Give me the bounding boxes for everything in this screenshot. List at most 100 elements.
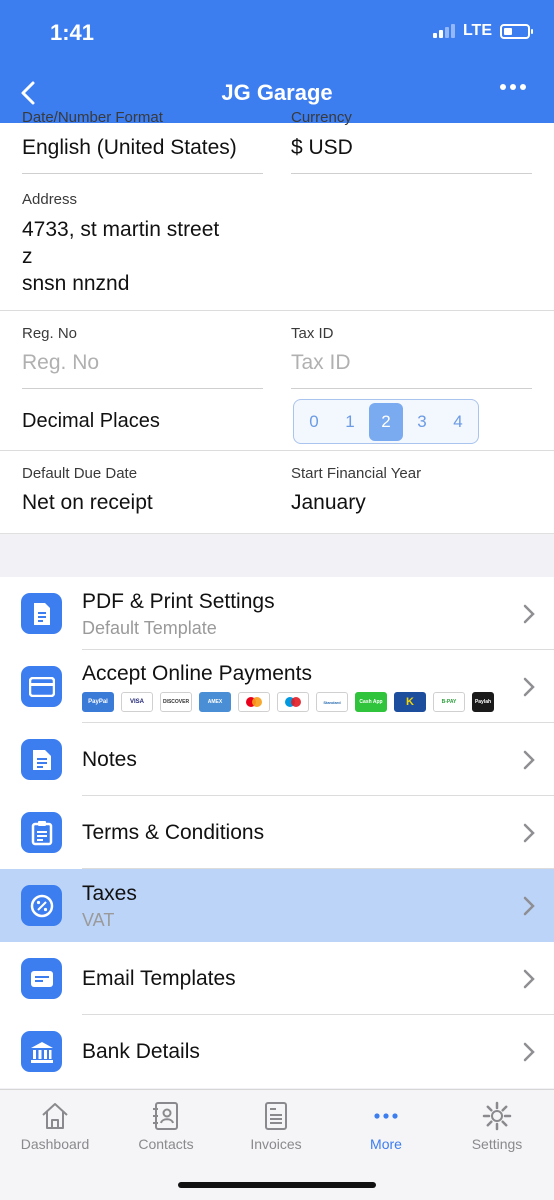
decimal-option-0[interactable]: 0 [297, 403, 331, 441]
more-options-button[interactable] [500, 84, 526, 90]
section-gap [0, 533, 554, 577]
business-details-form: Date/Number Format English (United State… [0, 109, 554, 533]
chevron-right-icon [523, 750, 535, 770]
app-header: 1:41 LTE JG Garage [0, 0, 554, 123]
page-title: JG Garage [221, 80, 333, 105]
decimal-places-label: Decimal Places [22, 410, 160, 432]
currency-value-wrap[interactable]: $ USD [291, 136, 353, 160]
gear-icon [482, 1101, 512, 1131]
maestro-logo [277, 692, 309, 712]
divider [0, 310, 554, 311]
list-item-subtitle: VAT [82, 910, 115, 930]
chevron-right-icon [523, 823, 535, 843]
address-value: 4733, st martin street z snsn nnznd [22, 216, 219, 297]
reg-no-input[interactable]: Reg. No [22, 351, 99, 375]
list-item-pdf-print-settings[interactable]: PDF & Print Settings Default Template [0, 577, 554, 650]
visa-logo: VISA [121, 692, 153, 712]
due-date-label: Default Due Date [22, 465, 138, 482]
payment-logos: PayPal VISA DISCOVER AMEX Standard Cash … [82, 692, 494, 712]
chevron-right-icon [523, 604, 535, 624]
list-item-terms-conditions[interactable]: Terms & Conditions [0, 796, 554, 869]
signal-icon [432, 24, 455, 38]
email-template-icon [21, 958, 62, 999]
tab-label: Settings [471, 1136, 523, 1152]
tab-contacts[interactable]: Contacts [116, 1100, 216, 1152]
list-item-accept-online-payments[interactable]: Accept Online Payments PayPal VISA DISCO… [0, 650, 554, 723]
list-item-title: PDF & Print Settings [82, 590, 275, 613]
contacts-icon [153, 1102, 178, 1130]
tab-label: Contacts [138, 1136, 194, 1152]
financial-year-field[interactable]: Start Financial Year January [291, 465, 421, 515]
tax-id-input[interactable]: Tax ID [291, 351, 351, 375]
tab-label: More [370, 1136, 402, 1152]
decimal-option-2[interactable]: 2 [369, 402, 403, 441]
tab-settings[interactable]: Settings [447, 1100, 547, 1152]
list-item-email-templates[interactable]: Email Templates [0, 942, 554, 1015]
note-icon [21, 739, 62, 780]
home-icon [42, 1103, 68, 1129]
chevron-right-icon [523, 896, 535, 916]
discover-logo: DISCOVER [160, 692, 192, 712]
status-time: 1:41 [50, 20, 95, 45]
list-item-taxes[interactable]: Taxes VAT [0, 869, 554, 942]
tab-more[interactable]: More [336, 1100, 436, 1152]
financial-year-value: January [291, 491, 366, 514]
decimal-option-3[interactable]: 3 [405, 403, 439, 441]
decimal-option-4[interactable]: 4 [441, 403, 475, 441]
more-icon [374, 1113, 398, 1119]
tax-id-field[interactable]: Tax ID Tax ID [291, 325, 351, 375]
list-item-title: Terms & Conditions [82, 821, 265, 844]
percent-icon [21, 885, 62, 926]
currency-field[interactable]: Currency [291, 109, 352, 126]
address-label: Address [22, 191, 78, 208]
address-field[interactable]: Address 4733, st martin street z snsn nn… [22, 191, 219, 297]
divider [22, 388, 263, 389]
chevron-right-icon [523, 677, 535, 697]
status-indicators: LTE [432, 22, 533, 40]
amex-logo: AMEX [199, 692, 231, 712]
knet-logo: K [394, 692, 426, 712]
reg-no-label: Reg. No [22, 325, 78, 342]
clipboard-icon [21, 812, 62, 853]
list-item-title: Accept Online Payments [82, 662, 312, 685]
divider [291, 173, 532, 174]
reg-no-field[interactable]: Reg. No Reg. No [22, 325, 99, 375]
chevron-right-icon [523, 1042, 535, 1062]
divider [291, 388, 532, 389]
list-item-title: Bank Details [82, 1040, 200, 1063]
invoice-icon [265, 1102, 287, 1130]
date-format-field[interactable]: Date/Number Format [22, 109, 163, 126]
tab-label: Invoices [250, 1136, 302, 1152]
list-item-bank-details[interactable]: Bank Details [0, 1015, 554, 1088]
battery-icon [500, 23, 533, 39]
bpay-logo: B-PAY [433, 692, 465, 712]
address-line-2: z [22, 245, 33, 268]
tax-id-label: Tax ID [291, 325, 334, 342]
address-line-3: snsn nnznd [22, 272, 130, 295]
currency-label: Currency [291, 109, 352, 126]
list-item-title: Taxes [82, 882, 137, 905]
paypal-logo: PayPal [82, 692, 114, 712]
currency-value: $ USD [291, 136, 353, 159]
date-format-value: English (United States) [22, 136, 237, 159]
due-date-field[interactable]: Default Due Date Net on receipt [22, 465, 153, 515]
date-format-value-wrap[interactable]: English (United States) [22, 136, 237, 160]
decimal-option-1[interactable]: 1 [333, 403, 367, 441]
list-item-subtitle: Default Template [82, 618, 217, 638]
tab-invoices[interactable]: Invoices [226, 1100, 326, 1152]
financial-year-label: Start Financial Year [291, 465, 422, 482]
chevron-right-icon [523, 969, 535, 989]
divider [22, 173, 263, 174]
address-line-1: 4733, st martin street [22, 218, 220, 241]
mastercard-logo [238, 692, 270, 712]
standard-logo: Standard [316, 692, 348, 712]
card-icon [21, 666, 62, 707]
list-item-title: Notes [82, 748, 137, 771]
list-item-notes[interactable]: Notes [0, 723, 554, 796]
decimal-places-selector[interactable]: 0 1 2 3 4 [293, 399, 479, 444]
network-label: LTE [462, 22, 492, 39]
due-date-value: Net on receipt [22, 491, 153, 514]
paylah-logo: Paylah [472, 692, 494, 712]
tab-dashboard[interactable]: Dashboard [5, 1100, 105, 1152]
decimal-places-label-wrap: Decimal Places [22, 410, 160, 433]
